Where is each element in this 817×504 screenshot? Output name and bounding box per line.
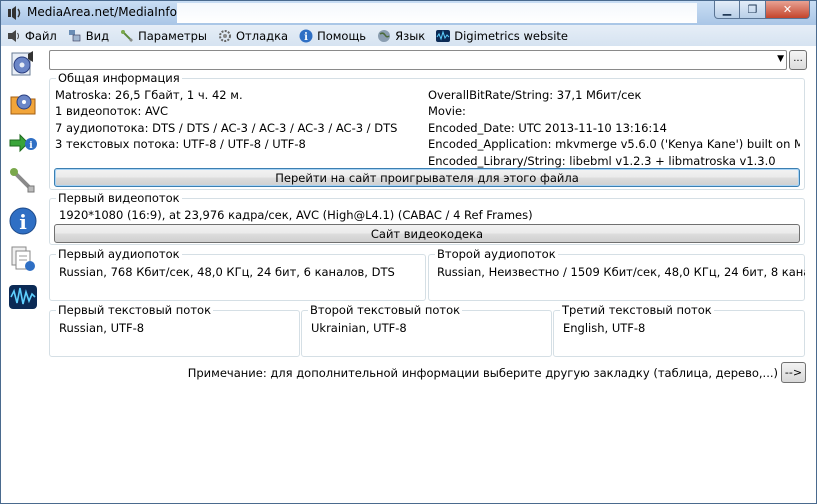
minimize-button[interactable]: ▁ — [714, 1, 740, 19]
dropdown-arrow-icon[interactable]: ▼ — [777, 54, 784, 64]
menu-help[interactable]: i Помощь — [299, 26, 366, 45]
menu-options-label: Параметры — [138, 28, 207, 43]
main-area: i i ▼ ... Общая информация Matroska: 26,… — [1, 46, 816, 503]
general-info-group: Общая информация Matroska: 26,5 Гбайт, 1… — [49, 71, 805, 190]
close-button[interactable]: ✕ — [766, 1, 810, 19]
general-line-video-count: 1 видеопоток: AVC — [55, 104, 169, 118]
video-codec-website-button-label: Сайт видеокодека — [370, 226, 484, 241]
text3-info: English, UTF-8 — [563, 321, 646, 335]
help-icon: i — [299, 29, 313, 43]
minimize-icon: ▁ — [722, 3, 732, 16]
menu-help-label: Помощь — [317, 28, 367, 43]
preferences-icon — [10, 168, 35, 193]
general-line-encoded-date: Encoded_Date: UTC 2013-11-10 13:16:14 — [428, 121, 667, 135]
text2-group: Второй текстовый поток Ukrainian, UTF-8 — [301, 303, 552, 357]
menu-language[interactable]: Язык — [377, 26, 425, 45]
audio2-title: Второй аудиопоток — [435, 247, 558, 261]
menu-file[interactable]: Файл — [7, 26, 57, 45]
general-line-audio-count: 7 аудиопотока: DTS / DTS / AC-3 / AC-3 /… — [55, 121, 398, 135]
knowledge-base-button[interactable] — [6, 242, 40, 276]
player-website-button[interactable]: Перейти на сайт проигрывателя для этого … — [54, 168, 800, 187]
audio1-group: Первый аудиопоток Russian, 768 Кбит/сек,… — [49, 247, 426, 301]
file-icon — [7, 29, 21, 43]
text1-title: Первый текстовый поток — [56, 303, 214, 317]
browse-button[interactable]: ... — [789, 50, 807, 70]
view-icon — [68, 29, 82, 43]
file-selector[interactable]: ▼ — [49, 50, 787, 70]
window-title: MediaArea.net/MediaInfo - — [27, 5, 186, 19]
general-line-text-count: 3 текстовых потока: UTF-8 / UTF-8 / UTF-… — [55, 137, 306, 151]
menu-digimetrics-label: Digimetrics website — [454, 28, 569, 43]
text2-info: Ukrainian, UTF-8 — [311, 321, 407, 335]
open-file-icon — [11, 51, 33, 76]
note-text: Примечание: для дополнительной информаци… — [187, 366, 778, 380]
menu-language-label: Язык — [395, 28, 426, 43]
text3-group: Третий текстовый поток English, UTF-8 — [553, 303, 805, 357]
preferences-button[interactable] — [6, 164, 40, 198]
menu-debug[interactable]: Отладка — [218, 26, 288, 45]
svg-text:i: i — [29, 141, 33, 151]
open-folder-button[interactable] — [6, 86, 40, 120]
window-controls: ▁ ❐ ✕ — [714, 1, 810, 19]
audio2-info: Russian, Неизвестно / 1509 Кбит/сек, 48,… — [437, 265, 805, 279]
video-info: 1920*1080 (16:9), at 23,976 кадра/сек, A… — [59, 208, 533, 222]
general-line-encoded-app: Encoded_Application: mkvmerge v5.6.0 ('K… — [428, 137, 800, 151]
audio1-info: Russian, 768 Кбит/сек, 48,0 КГц, 24 бит,… — [59, 265, 395, 279]
maximize-button[interactable]: ❐ — [740, 1, 766, 19]
menu-bar: Файл Вид Параметры Отладка i Помощь Язык… — [1, 25, 816, 46]
general-line-container: Matroska: 26,5 Гбайт, 1 ч. 42 м. — [55, 88, 243, 102]
export-icon: i — [9, 133, 37, 153]
debug-icon — [218, 29, 232, 43]
title-highlight — [177, 3, 697, 23]
digimetrics-button[interactable] — [6, 280, 40, 314]
video-group: Первый видеопоток 1920*1080 (16:9), at 2… — [49, 191, 805, 245]
text1-group: Первый текстовый поток Russian, UTF-8 — [49, 303, 300, 357]
language-icon — [377, 29, 391, 43]
svg-text:i: i — [19, 210, 27, 234]
digimetrics-icon — [436, 29, 451, 43]
open-folder-icon — [10, 94, 36, 115]
general-info-title: Общая информация — [56, 71, 182, 85]
video-title: Первый видеопоток — [56, 191, 182, 205]
about-button[interactable]: i — [6, 204, 40, 238]
next-view-button-label: --> — [784, 366, 803, 379]
svg-text:i: i — [304, 32, 308, 43]
player-website-button-label: Перейти на сайт проигрывателя для этого … — [275, 170, 579, 185]
mediainfo-window: MediaArea.net/MediaInfo - ▁ ❐ ✕ Файл Вид… — [0, 0, 817, 504]
menu-debug-label: Отладка — [235, 28, 289, 43]
audio1-title: Первый аудиопоток — [56, 247, 182, 261]
next-view-button[interactable]: --> — [781, 362, 806, 383]
menu-file-label: Файл — [25, 28, 57, 43]
audio2-group: Второй аудиопоток Russian, Неизвестно / … — [428, 247, 805, 301]
close-icon: ✕ — [782, 3, 793, 16]
general-line-bitrate: OverallBitRate/String: 37,1 Мбит/сек — [428, 88, 642, 102]
menu-digimetrics[interactable]: Digimetrics website — [436, 26, 568, 45]
open-file-button[interactable] — [6, 48, 40, 82]
maximize-icon: ❐ — [747, 3, 758, 16]
title-bar[interactable]: MediaArea.net/MediaInfo - ▁ ❐ ✕ — [1, 1, 816, 25]
text2-title: Второй текстовый поток — [308, 303, 463, 317]
general-line-movie: Movie: — [428, 104, 466, 118]
video-codec-website-button[interactable]: Сайт видеокодека — [54, 224, 800, 243]
waveform-icon — [9, 285, 37, 309]
menu-options[interactable]: Параметры — [120, 26, 207, 45]
menu-view[interactable]: Вид — [68, 26, 109, 45]
options-icon — [120, 29, 134, 43]
info-icon: i — [9, 207, 37, 235]
export-button[interactable]: i — [6, 126, 40, 160]
browse-button-label: ... — [793, 53, 803, 64]
menu-view-label: Вид — [85, 28, 110, 43]
text3-title: Третий текстовый поток — [560, 303, 714, 317]
app-icon — [8, 6, 21, 20]
general-line-encoded-library: Encoded_Library/String: libebml v1.2.3 +… — [428, 154, 776, 168]
documents-icon — [11, 246, 35, 271]
text1-info: Russian, UTF-8 — [59, 321, 145, 335]
sidebar: i i — [1, 46, 45, 346]
